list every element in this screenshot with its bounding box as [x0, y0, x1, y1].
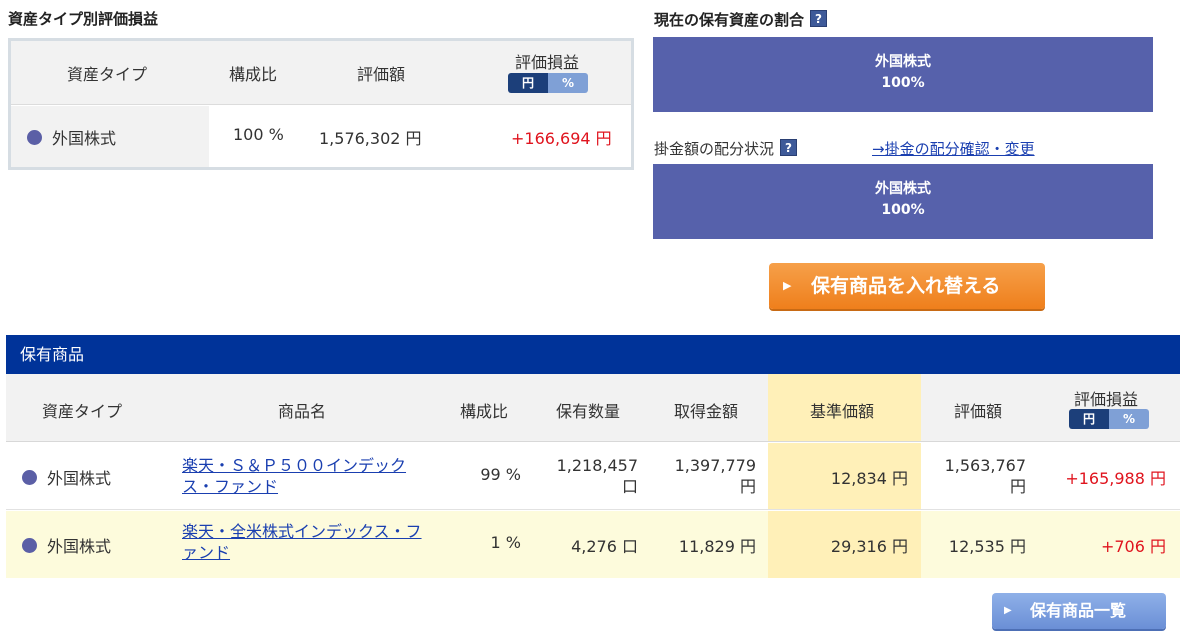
- current-bar-value: 100%: [881, 75, 925, 91]
- dot-icon: [27, 130, 42, 145]
- summary-row-pl: +166,694 円: [511, 129, 612, 148]
- contribution-title: 掛金額の配分状況: [654, 140, 775, 158]
- holding-qty: 4,276 口: [571, 537, 638, 556]
- contribution-change-link[interactable]: →掛金の配分確認・変更: [872, 138, 1035, 159]
- holding-type: 外国株式: [47, 537, 112, 556]
- holding-value: 1,563,767 円: [944, 456, 1026, 496]
- summary-unit-toggle[interactable]: 円 %: [508, 73, 588, 93]
- table-row: 外国株式 楽天・全米株式インデックス・フ ァンド 1 % 4,276 口 11,…: [6, 511, 1180, 578]
- help-icon[interactable]: ?: [780, 139, 798, 156]
- holding-ratio: 1 %: [490, 533, 521, 552]
- holding-cost: 1,397,779 円: [674, 456, 756, 496]
- holdings-list-button[interactable]: ▶ 保有商品一覧: [992, 593, 1166, 629]
- summary-row-value: 1,576,302 円: [319, 129, 422, 148]
- switch-holdings-button[interactable]: ▶ 保有商品を入れ替える: [769, 263, 1045, 309]
- dot-icon: [22, 538, 37, 553]
- holdings-header-cost: 取得金額: [674, 402, 739, 421]
- contrib-bar-value: 100%: [881, 202, 925, 218]
- holdings-header-qty: 保有数量: [556, 402, 621, 421]
- holdings-header-base: 基準価額: [810, 402, 875, 421]
- help-icon[interactable]: ?: [810, 10, 828, 27]
- holdings-header-type: 資産タイプ: [42, 402, 123, 421]
- holding-pl: +706 円: [1100, 537, 1166, 556]
- holding-value: 12,535 円: [948, 537, 1026, 556]
- current-allocation-title: 現在の保有資産の割合: [654, 11, 805, 29]
- summary-header-row: 資産タイプ 構成比 評価額 評価損益 円 %: [11, 41, 631, 105]
- summary-header-type: 資産タイプ: [67, 65, 148, 84]
- summary-row: 外国株式 100 % 1,576,302 円 +166,694 円: [11, 106, 631, 167]
- summary-header-value: 評価額: [357, 65, 406, 84]
- current-allocation-bar: 外国株式 100%: [653, 37, 1153, 112]
- holding-base-price: 29,316 円: [830, 537, 908, 556]
- holdings-header-row: 資産タイプ 商品名 構成比 保有数量 取得金額 基準価額 評価額 評価損益 円 …: [6, 374, 1180, 442]
- summary-title: 資産タイプ別評価損益: [8, 10, 159, 28]
- dot-icon: [22, 470, 37, 485]
- table-row: 外国株式 楽天・Ｓ＆Ｐ５００インデック ス・ファンド 99 % 1,218,45…: [6, 443, 1180, 510]
- fund-name-link[interactable]: 楽天・全米株式インデックス・フ ァンド: [182, 521, 422, 563]
- contribution-allocation-bar: 外国株式 100%: [653, 164, 1153, 239]
- holdings-title: 保有商品: [6, 335, 1180, 374]
- summary-header-pl: 評価損益: [515, 53, 580, 72]
- holding-ratio: 99 %: [480, 465, 521, 484]
- summary-row-type: 外国株式: [52, 129, 117, 148]
- fund-name-link[interactable]: 楽天・Ｓ＆Ｐ５００インデック ス・ファンド: [182, 455, 406, 497]
- holdings-header-ratio: 構成比: [460, 402, 509, 421]
- holding-qty: 1,218,457 口: [556, 456, 638, 496]
- holding-cost: 11,829 円: [678, 537, 756, 556]
- toggle-yen[interactable]: 円: [508, 73, 548, 93]
- triangle-right-icon: ▶: [783, 279, 792, 292]
- holdings-header-value: 評価額: [954, 402, 1003, 421]
- toggle-percent[interactable]: %: [1109, 409, 1149, 429]
- triangle-right-icon: ▶: [1004, 605, 1012, 616]
- summary-header-ratio: 構成比: [229, 65, 278, 84]
- toggle-yen[interactable]: 円: [1069, 409, 1109, 429]
- summary-table: 資産タイプ 構成比 評価額 評価損益 円 % 外国株式 100 % 1,576,…: [8, 38, 634, 170]
- holding-base-price: 12,834 円: [830, 469, 908, 488]
- holdings-header-pl: 評価損益: [1074, 390, 1139, 409]
- summary-row-ratio: 100 %: [233, 125, 284, 144]
- holding-type: 外国株式: [47, 469, 112, 488]
- current-bar-label: 外国株式: [875, 54, 931, 70]
- holdings-header-name: 商品名: [278, 402, 327, 421]
- contrib-bar-label: 外国株式: [875, 181, 931, 197]
- holding-pl: +165,988 円: [1065, 469, 1166, 488]
- toggle-percent[interactable]: %: [548, 73, 588, 93]
- holdings-unit-toggle[interactable]: 円 %: [1069, 409, 1149, 429]
